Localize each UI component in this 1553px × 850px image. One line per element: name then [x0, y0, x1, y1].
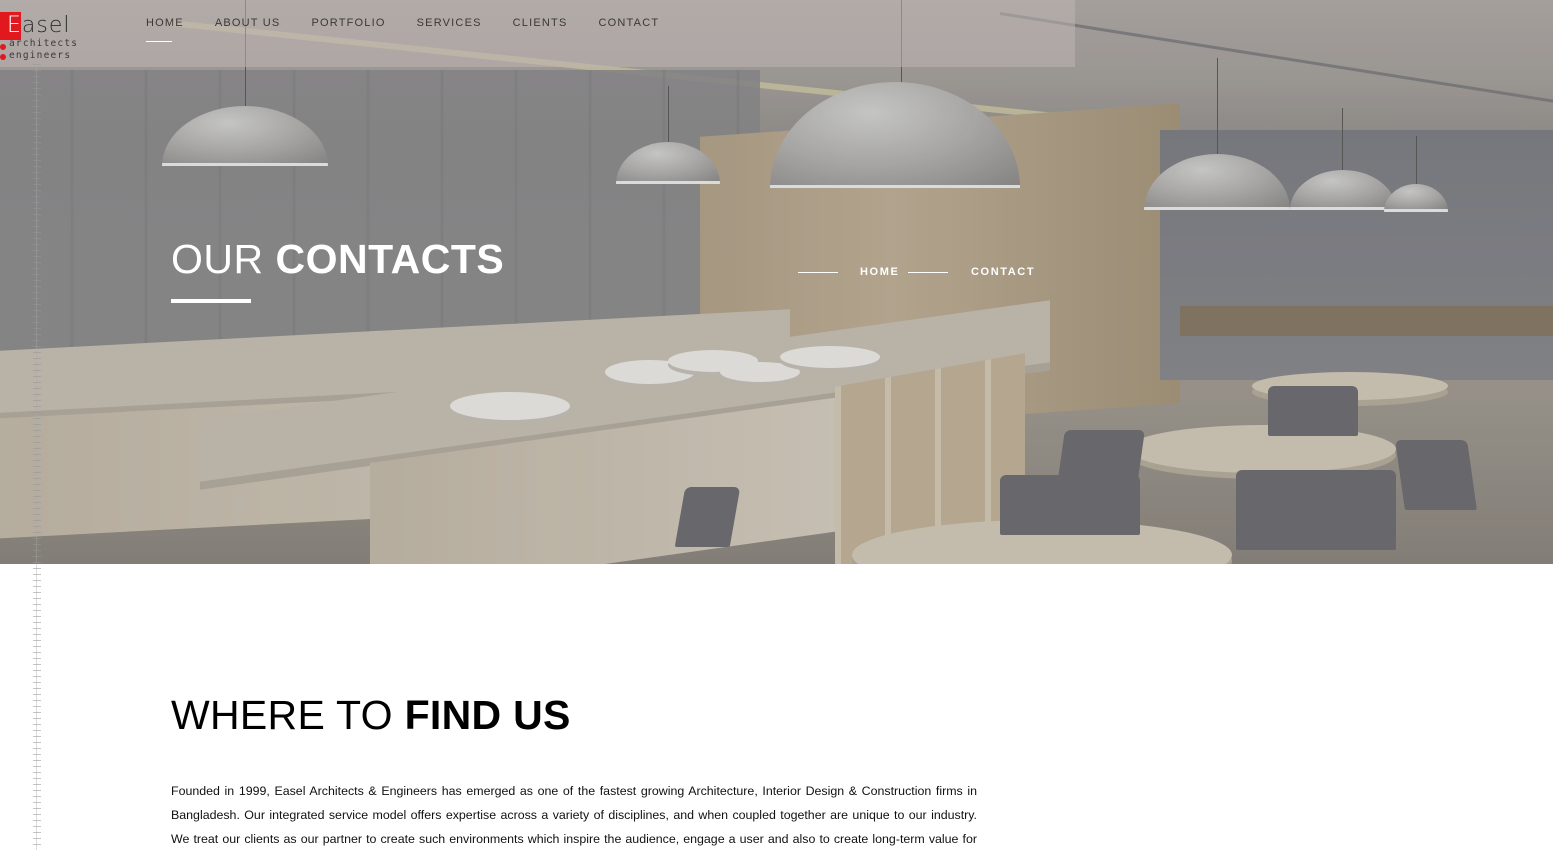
nav-contact[interactable]: CONTACT [599, 17, 660, 35]
section-title-bold: FIND US [404, 692, 571, 738]
nav-portfolio[interactable]: PORTFOLIO [311, 17, 385, 35]
about-paragraph: Founded in 1999, Easel Architects & Engi… [171, 784, 977, 846]
page-title: OUR CONTACTS [171, 236, 504, 283]
logo-tagline-1: architects [9, 38, 79, 49]
breadcrumb-current: CONTACT [971, 266, 1036, 278]
breadcrumb-home-link[interactable]: HOME [860, 266, 899, 278]
nav-clients[interactable]: CLIENTS [513, 17, 568, 35]
logo-tagline-2: engineers [9, 50, 72, 61]
nav-services[interactable]: SERVICES [417, 17, 482, 35]
breadcrumb-divider [908, 272, 948, 273]
page-title-bold: CONTACTS [275, 236, 505, 282]
top-navbar: Easel architects engineers HOME ABOUT US… [0, 0, 1075, 67]
title-underline [171, 299, 251, 303]
section-title-light: WHERE TO [171, 692, 393, 738]
logo-dot [0, 44, 6, 50]
nav-about-us[interactable]: ABOUT US [215, 17, 281, 35]
logo-dot [0, 54, 6, 60]
logo[interactable]: Easel architects engineers [0, 6, 80, 64]
hero-banner: OUR CONTACTS HOME CONTACT [0, 0, 1553, 564]
main-nav: HOME ABOUT US PORTFOLIO SERVICES CLIENTS… [146, 17, 690, 42]
side-ruler [33, 64, 41, 850]
nav-home[interactable]: HOME [146, 17, 184, 42]
section-title: WHERE TO FIND US [171, 692, 571, 739]
page-title-light: OUR [171, 236, 264, 282]
logo-wordmark: Easel [7, 13, 71, 38]
breadcrumb-divider [798, 272, 838, 273]
